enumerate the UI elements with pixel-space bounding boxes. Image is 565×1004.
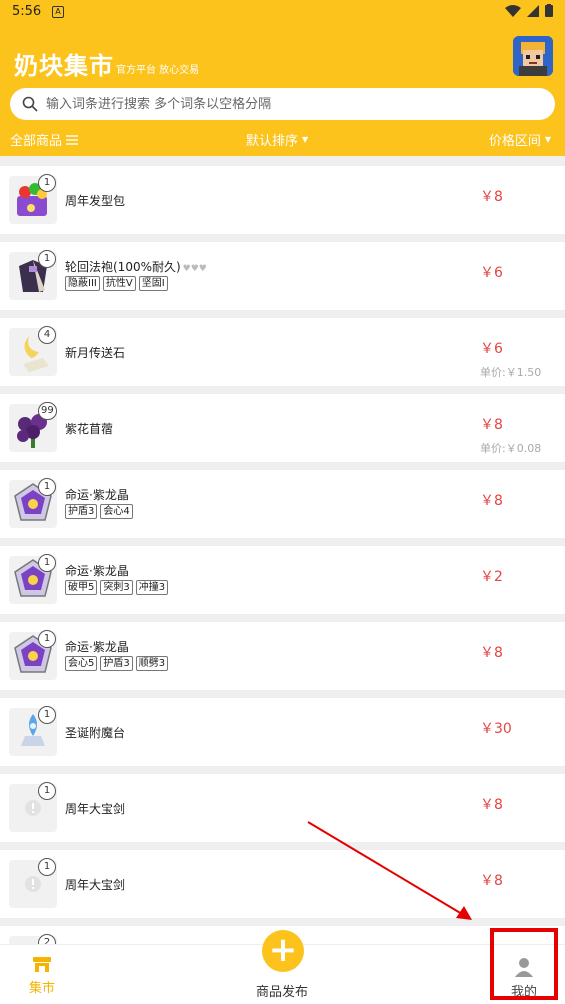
filter-all-goods[interactable]: 全部商品 — [10, 130, 79, 149]
gem-slots-icon: ♥♥♥ — [182, 264, 207, 274]
quantity-badge: 1 — [38, 706, 56, 724]
item-price: ￥8 — [480, 797, 503, 813]
caret-down-icon: ▼ — [302, 135, 309, 144]
item-tag: 会心4 — [100, 504, 133, 519]
item-tag: 顺劈3 — [135, 656, 169, 671]
item-tag: 护盾3 — [100, 656, 133, 671]
nav-market[interactable]: 集市 — [20, 955, 64, 996]
search-bar[interactable] — [10, 88, 555, 120]
unit-price: 单价:￥1.50 — [480, 366, 542, 379]
list-item[interactable]: 1 命运·紫龙晶 护盾3 会心4 ￥8 — [0, 470, 565, 538]
nav-market-label: 集市 — [28, 981, 55, 996]
list-item[interactable]: 1 圣诞附魔台 ￥30 — [0, 698, 565, 766]
item-price: ￥6 — [480, 265, 503, 281]
item-price: ￥8 — [480, 493, 503, 509]
highlight-box — [490, 928, 558, 1000]
item-tags: 破甲5 突刺3 冲撞3 — [65, 580, 169, 595]
battery-icon — [545, 4, 553, 17]
item-price: ￥8 — [480, 189, 503, 205]
quantity-badge: 1 — [38, 478, 56, 496]
quantity-badge: 1 — [38, 174, 56, 192]
filter-sort[interactable]: 默认排序 ▼ — [246, 130, 308, 149]
list-item[interactable]: 1 轮回法袍(100%耐久) ♥♥♥ 隐蔽III 抗性V 坚固I ￥6 — [0, 242, 565, 310]
nav-publish-label: 商品发布 — [255, 985, 308, 1000]
unit-price: 单价:￥0.08 — [480, 442, 542, 455]
item-tags: 会心5 护盾3 顺劈3 — [65, 656, 169, 671]
quantity-badge: 4 — [38, 326, 56, 344]
filter-price-range[interactable]: 价格区间 ▼ — [489, 130, 551, 149]
status-time: 5:56 — [12, 4, 42, 19]
wifi-icon — [505, 4, 521, 17]
list-item[interactable]: 1 命运·紫龙晶 会心5 护盾3 顺劈3 ￥8 — [0, 622, 565, 690]
quantity-badge: 1 — [38, 858, 56, 876]
notification-icon: A — [52, 6, 64, 18]
item-name: 新月传送石 — [65, 346, 126, 360]
item-price: ￥6 — [480, 341, 503, 357]
filter-price-label: 价格区间 — [488, 134, 541, 149]
caret-down-icon: ▼ — [544, 135, 551, 144]
item-name: 命运·紫龙晶 — [65, 640, 129, 654]
page-subtitle: 官方平台 放心交易 — [116, 65, 200, 76]
list-icon — [66, 134, 79, 145]
item-name: 周年大宝剑 — [65, 878, 126, 892]
item-name: 周年大宝剑 — [65, 802, 126, 816]
plus-icon: + — [268, 930, 298, 970]
quantity-badge: 1 — [38, 554, 56, 572]
item-price: ￥30 — [480, 721, 512, 737]
page-title: 奶块集市 — [14, 52, 114, 80]
publish-plus-button[interactable]: + — [262, 930, 304, 972]
avatar[interactable] — [513, 36, 553, 76]
item-tags: 隐蔽III 抗性V 坚固I — [65, 276, 168, 291]
list-item[interactable]: 1 周年发型包 ￥8 — [0, 166, 565, 234]
item-tag: 坚固I — [138, 276, 168, 291]
filter-sort-label: 默认排序 — [246, 134, 299, 149]
item-name: 圣诞附魔台 — [65, 726, 126, 740]
search-icon — [22, 96, 38, 112]
item-name: 周年发型包 — [65, 194, 126, 208]
list-item[interactable]: 1 周年大宝剑 ￥8 — [0, 774, 565, 842]
quantity-badge: 1 — [38, 782, 56, 800]
item-tag: 会心5 — [65, 656, 98, 671]
list-item[interactable]: 1 命运·紫龙晶 破甲5 突刺3 冲撞3 ￥2 — [0, 546, 565, 614]
signal-icon — [527, 4, 539, 17]
header: 奶块集市 官方平台 放心交易 全部商品 默认排序 ▼ 价格区间 ▼ — [0, 26, 565, 156]
search-input[interactable] — [46, 96, 526, 112]
item-price: ￥8 — [480, 645, 503, 661]
item-price: ￥8 — [480, 873, 503, 889]
item-tag: 护盾3 — [65, 504, 98, 519]
quantity-badge: 99 — [38, 402, 57, 420]
game-character-icon — [513, 36, 553, 76]
quantity-badge: 1 — [38, 250, 56, 268]
shop-icon — [33, 957, 51, 972]
filter-bar: 全部商品 默认排序 ▼ 价格区间 ▼ — [0, 128, 565, 152]
list-item[interactable]: 1 周年大宝剑 ￥8 — [0, 850, 565, 918]
item-price: ￥8 — [480, 417, 503, 433]
item-name: 紫花苜蓿 — [65, 422, 114, 436]
list-item[interactable]: 4 新月传送石 ￥6 单价:￥1.50 — [0, 318, 565, 386]
item-name: 命运·紫龙晶 — [65, 488, 129, 502]
item-tag: 突刺3 — [100, 580, 133, 595]
list-item[interactable]: 99 紫花苜蓿 ￥8 单价:￥0.08 — [0, 394, 565, 462]
status-bar: 5:56 A — [0, 0, 565, 26]
filter-all-goods-label: 全部商品 — [10, 134, 63, 149]
item-tags: 护盾3 会心4 — [65, 504, 133, 519]
nav-publish[interactable]: 商品发布 — [246, 981, 318, 1000]
item-tag: 破甲5 — [65, 580, 98, 595]
item-price: ￥2 — [480, 569, 503, 585]
item-name: 命运·紫龙晶 — [65, 564, 129, 578]
item-tag: 抗性V — [102, 276, 136, 291]
item-name: 轮回法袍(100%耐久) ♥♥♥ — [65, 260, 207, 274]
item-tag: 冲撞3 — [135, 580, 169, 595]
item-tag: 隐蔽III — [65, 276, 100, 291]
quantity-badge: 1 — [38, 630, 56, 648]
